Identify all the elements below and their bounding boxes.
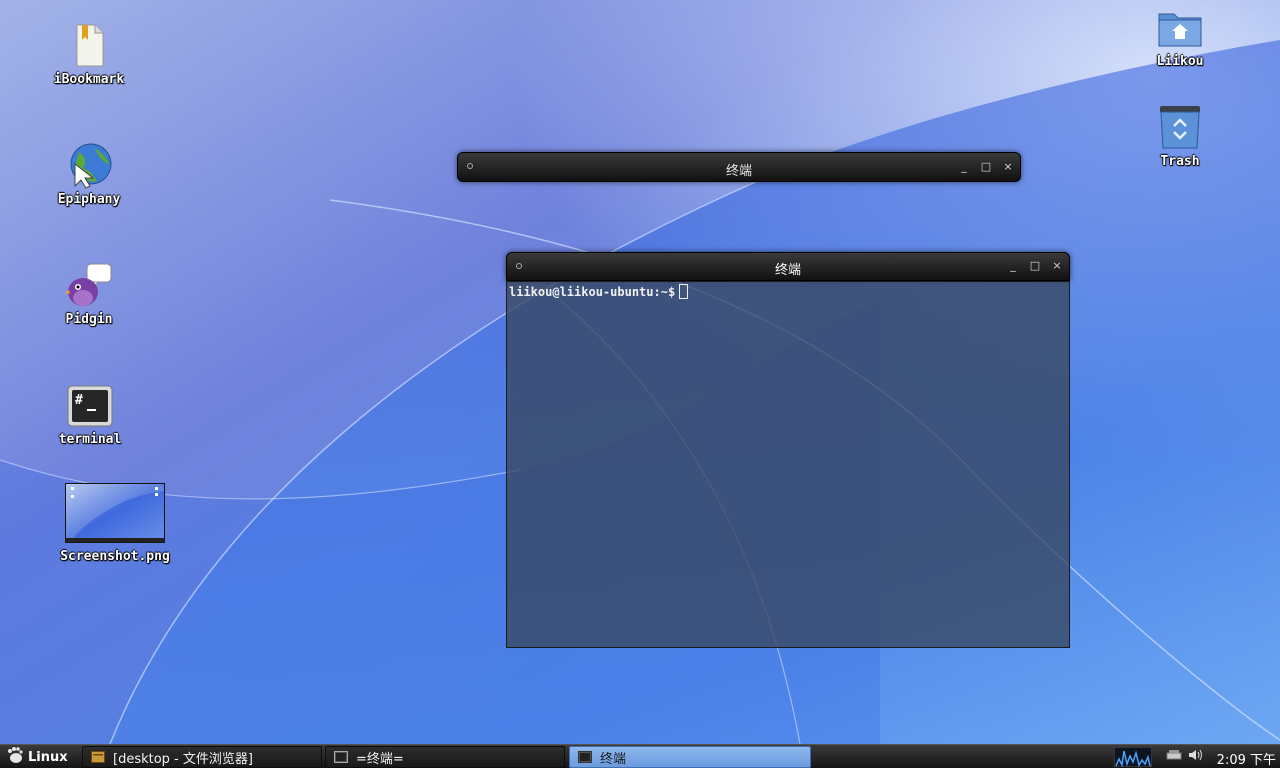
clock[interactable]: 2:09 下午 [1217, 749, 1276, 768]
minimize-button[interactable]: _ [1005, 258, 1021, 274]
desktop-icon-label: Liikou [1156, 54, 1204, 69]
task-label: 终端 [600, 751, 627, 767]
pidgin-bird-icon [65, 262, 113, 310]
shell-prompt: liikou@liikou-ubuntu:~$ [509, 285, 676, 299]
terminal-icon: # [66, 382, 114, 430]
terminal-window-titlebar[interactable]: 终端 _ □ × [506, 252, 1070, 281]
desktop-icon-label: iBookmark [53, 72, 125, 87]
desktop-icon-ibookmark[interactable]: iBookmark [29, 22, 149, 87]
gnome-foot-icon [6, 746, 24, 768]
desktop-icon-label: Pidgin [65, 312, 113, 327]
globe-browser-icon [65, 142, 113, 190]
desktop-icon-trash[interactable]: Trash [1120, 104, 1240, 169]
task-label: =终端= [356, 751, 404, 767]
minimize-button[interactable]: _ [956, 159, 972, 175]
task-button-file-manager[interactable]: [desktop - 文件浏览器] [82, 746, 322, 768]
maximize-button[interactable]: □ [1027, 258, 1043, 274]
maximize-button[interactable]: □ [978, 159, 994, 175]
desktop-icon-label: Screenshot.png [60, 549, 170, 564]
home-folder-icon [1156, 4, 1204, 52]
collapsed-window-titlebar[interactable]: 终端 _ □ × [457, 152, 1021, 182]
task-button-terminal-shaded[interactable]: =终端= [325, 746, 565, 768]
window-title: 终端 [725, 164, 752, 179]
window-title: 终端 [774, 263, 801, 278]
desktop-icon-terminal[interactable]: # terminal [30, 382, 150, 447]
close-button[interactable]: × [1000, 159, 1016, 175]
volume-icon[interactable] [1188, 748, 1204, 766]
desktop-icon-screenshot[interactable]: Screenshot.png [55, 483, 175, 564]
task-button-terminal-active[interactable]: 终端 [569, 746, 811, 768]
trash-icon [1156, 104, 1204, 152]
terminal-small-icon [578, 751, 592, 763]
cpu-graph-icon [1114, 747, 1152, 767]
start-menu-button[interactable]: Linux [2, 746, 74, 768]
bookmark-file-icon [65, 22, 113, 70]
cpu-monitor[interactable] [1114, 747, 1152, 767]
svg-text:#: # [75, 393, 83, 408]
desktop-icon-pidgin[interactable]: Pidgin [29, 262, 149, 327]
image-thumbnail-icon [65, 483, 165, 543]
desktop-icon-epiphany[interactable]: Epiphany [29, 142, 149, 207]
desktop-icon-home[interactable]: Liikou [1120, 4, 1240, 69]
system-tray [1166, 747, 1204, 767]
terminal-content-area[interactable]: liikou@liikou-ubuntu:~$ [506, 281, 1070, 648]
terminal-small-icon [334, 751, 348, 763]
text-cursor [679, 284, 689, 299]
taskbar: Linux [desktop - 文件浏览器] =终端= 终端 2:09 下午 [0, 744, 1280, 768]
close-button[interactable]: × [1049, 258, 1065, 274]
file-manager-icon [91, 751, 105, 763]
task-label: [desktop - 文件浏览器] [113, 751, 253, 767]
desktop-icon-label: Trash [1160, 154, 1200, 169]
desktop-icon-label: terminal [58, 432, 122, 447]
start-menu-label: Linux [28, 749, 68, 765]
desktop-icon-label: Epiphany [57, 192, 121, 207]
network-icon[interactable] [1166, 748, 1182, 766]
